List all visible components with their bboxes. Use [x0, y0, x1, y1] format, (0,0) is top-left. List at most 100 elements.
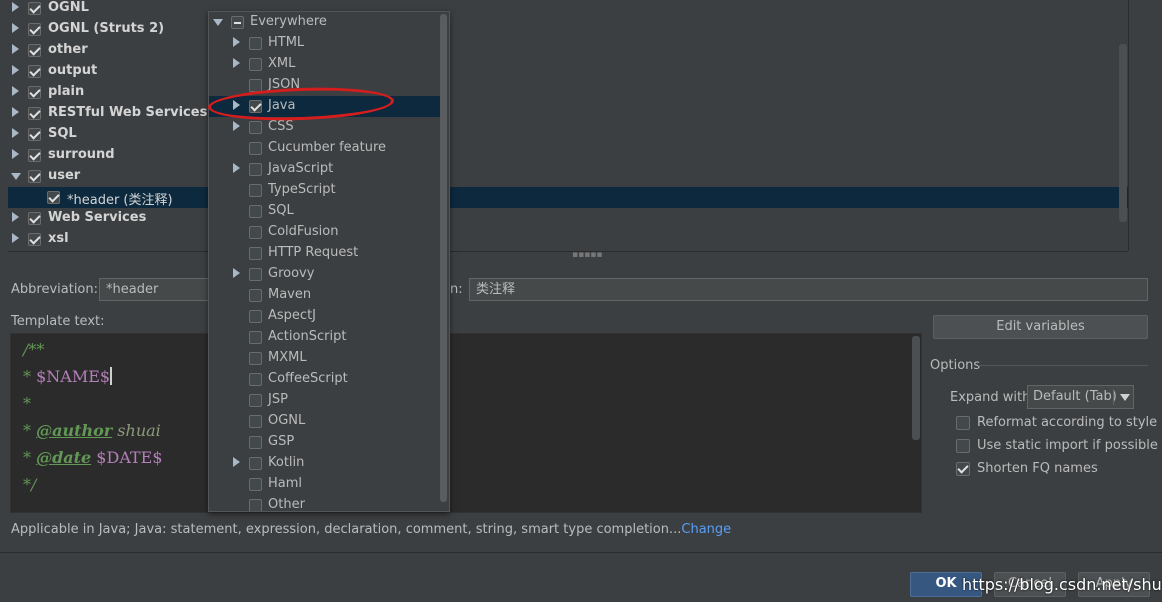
- editor-scrollbar[interactable]: [912, 336, 920, 440]
- static-import-checkbox[interactable]: [956, 439, 970, 453]
- popup-scrollbar[interactable]: [440, 14, 447, 502]
- template-editor[interactable]: /** * $NAME$ * * @author shuai * @date $…: [10, 333, 922, 513]
- popup-checkbox[interactable]: [249, 331, 262, 344]
- edit-variables-button[interactable]: Edit variables: [933, 315, 1148, 339]
- expand-arrow-icon[interactable]: [12, 107, 19, 117]
- popup-checkbox[interactable]: [249, 310, 262, 323]
- collapse-arrow-icon[interactable]: [11, 173, 21, 180]
- popup-checkbox[interactable]: [249, 268, 262, 281]
- collapse-arrow-icon[interactable]: [213, 19, 223, 26]
- abbreviation-input[interactable]: *header: [99, 278, 211, 301]
- popup-row-context[interactable]: Haml: [209, 474, 441, 495]
- popup-row-context[interactable]: SQL: [209, 201, 441, 222]
- popup-row-context[interactable]: HTML: [209, 33, 441, 54]
- tree-checkbox[interactable]: [28, 212, 41, 225]
- tree-row-web-services[interactable]: Web Services: [8, 208, 1128, 229]
- expand-arrow-icon[interactable]: [12, 128, 19, 138]
- tree-checkbox[interactable]: [28, 170, 41, 183]
- popup-row-context[interactable]: XML: [209, 54, 441, 75]
- popup-row-context[interactable]: Groovy: [209, 264, 441, 285]
- splitter-handle-icon[interactable]: ▪▪▪▪▪: [572, 251, 603, 260]
- expand-arrow-icon[interactable]: [12, 233, 19, 243]
- popup-checkbox[interactable]: [249, 373, 262, 386]
- expand-arrow-icon[interactable]: [12, 65, 19, 75]
- expand-arrow-icon[interactable]: [233, 457, 240, 467]
- popup-checkbox[interactable]: [249, 142, 262, 155]
- tree-row-sql[interactable]: SQL: [8, 124, 1128, 145]
- popup-checkbox[interactable]: [249, 499, 262, 511]
- change-context-link[interactable]: Change: [681, 522, 731, 537]
- popup-row-context[interactable]: Cucumber feature: [209, 138, 441, 159]
- chevron-down-icon[interactable]: [1120, 394, 1130, 401]
- expand-arrow-icon[interactable]: [233, 58, 240, 68]
- popup-checkbox[interactable]: [249, 163, 262, 176]
- popup-row-context[interactable]: JSP: [209, 390, 441, 411]
- popup-checkbox[interactable]: [249, 415, 262, 428]
- popup-row-context[interactable]: ActionScript: [209, 327, 441, 348]
- expand-arrow-icon[interactable]: [233, 268, 240, 278]
- popup-checkbox[interactable]: [249, 205, 262, 218]
- popup-checkbox[interactable]: [249, 37, 262, 50]
- popup-row-context[interactable]: OGNL: [209, 411, 441, 432]
- popup-checkbox[interactable]: [249, 247, 262, 260]
- expand-with-select[interactable]: Default (Tab): [1027, 385, 1134, 409]
- expand-arrow-icon[interactable]: [12, 44, 19, 54]
- popup-checkbox[interactable]: [249, 289, 262, 302]
- reformat-checkbox[interactable]: [956, 416, 970, 430]
- popup-row-context[interactable]: Maven: [209, 285, 441, 306]
- tree-checkbox[interactable]: [28, 233, 41, 246]
- popup-row-context[interactable]: Kotlin: [209, 453, 441, 474]
- popup-row-context[interactable]: AspectJ: [209, 306, 441, 327]
- popup-checkbox[interactable]: [231, 16, 244, 29]
- expand-arrow-icon[interactable]: [233, 37, 240, 47]
- popup-checkbox[interactable]: [249, 352, 262, 365]
- tree-row-restful[interactable]: RESTful Web Services: [8, 103, 1128, 124]
- tree-checkbox[interactable]: [28, 86, 41, 99]
- tree-row-ognl[interactable]: OGNL: [8, 0, 1128, 19]
- tree-row-other[interactable]: other: [8, 40, 1128, 61]
- popup-checkbox[interactable]: [249, 226, 262, 239]
- tree-scrollbar[interactable]: [1119, 44, 1127, 222]
- expand-arrow-icon[interactable]: [12, 2, 19, 12]
- popup-row-context[interactable]: ColdFusion: [209, 222, 441, 243]
- shorten-fq-checkbox[interactable]: [956, 462, 970, 476]
- tree-checkbox[interactable]: [28, 2, 41, 15]
- tree-row-ognl-struts[interactable]: OGNL (Struts 2): [8, 19, 1128, 40]
- expand-arrow-icon[interactable]: [12, 212, 19, 222]
- popup-row-context[interactable]: HTTP Request: [209, 243, 441, 264]
- popup-row-context[interactable]: CSS: [209, 117, 441, 138]
- tree-checkbox[interactable]: [28, 65, 41, 78]
- popup-checkbox[interactable]: [249, 184, 262, 197]
- tree-row-output[interactable]: output: [8, 61, 1128, 82]
- tree-row-plain[interactable]: plain: [8, 82, 1128, 103]
- description-input[interactable]: 类注释: [469, 278, 1148, 301]
- popup-row-context[interactable]: GSP: [209, 432, 441, 453]
- popup-row-context[interactable]: TypeScript: [209, 180, 441, 201]
- popup-row-everywhere[interactable]: Everywhere: [209, 12, 441, 33]
- popup-row-context[interactable]: CoffeeScript: [209, 369, 441, 390]
- popup-row-context[interactable]: Other: [209, 495, 441, 511]
- template-group-tree[interactable]: OGNL OGNL (Struts 2) other output plain …: [8, 0, 1128, 252]
- expand-arrow-icon[interactable]: [12, 86, 19, 96]
- tree-checkbox[interactable]: [28, 23, 41, 36]
- tree-row-xsl[interactable]: xsl: [8, 229, 1128, 250]
- popup-checkbox[interactable]: [249, 478, 262, 491]
- tree-checkbox[interactable]: [47, 191, 60, 204]
- tree-row-surround[interactable]: surround: [8, 145, 1128, 166]
- expand-arrow-icon[interactable]: [12, 149, 19, 159]
- popup-checkbox[interactable]: [249, 457, 262, 470]
- tree-checkbox[interactable]: [28, 44, 41, 57]
- popup-row-context[interactable]: MXML: [209, 348, 441, 369]
- expand-arrow-icon[interactable]: [12, 23, 19, 33]
- tree-row-header-template[interactable]: *header (类注释): [8, 187, 1128, 208]
- expand-arrow-icon[interactable]: [233, 121, 240, 131]
- tree-row-user[interactable]: user: [8, 166, 1128, 187]
- popup-checkbox[interactable]: [249, 121, 262, 134]
- tree-checkbox[interactable]: [28, 107, 41, 120]
- expand-arrow-icon[interactable]: [233, 163, 240, 173]
- popup-checkbox[interactable]: [249, 394, 262, 407]
- popup-row-context[interactable]: JavaScript: [209, 159, 441, 180]
- context-chooser-popup[interactable]: Everywhere HTML XML JSON Java CSS Cucumber fea…: [208, 11, 450, 512]
- tree-checkbox[interactable]: [28, 149, 41, 162]
- tree-checkbox[interactable]: [28, 128, 41, 141]
